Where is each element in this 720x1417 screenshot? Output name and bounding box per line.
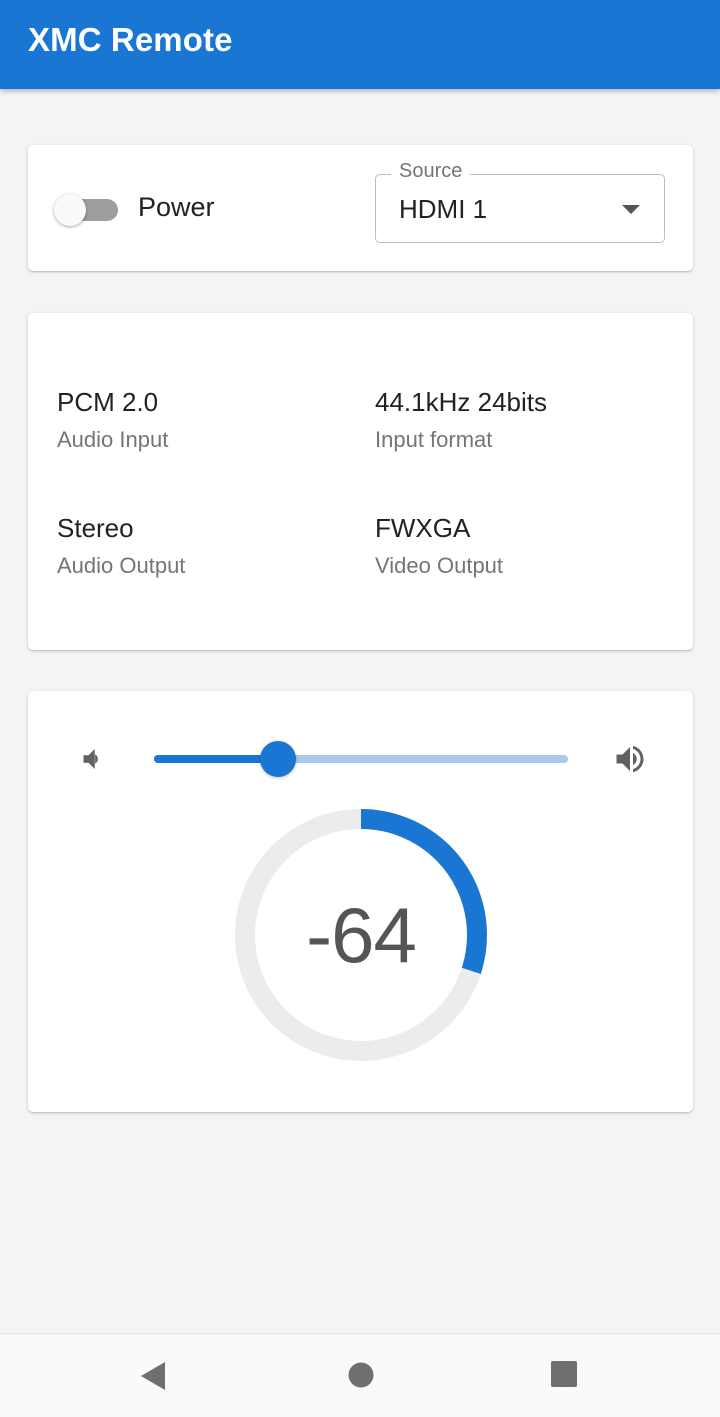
home-icon[interactable] bbox=[347, 1361, 375, 1389]
audio-input-value: PCM 2.0 bbox=[57, 387, 159, 417]
app-bar: XMC Remote bbox=[0, 0, 720, 89]
volume-down-icon[interactable] bbox=[76, 743, 106, 775]
audio-output-value: Stereo bbox=[57, 513, 134, 543]
recents-icon[interactable] bbox=[550, 1360, 578, 1388]
audio-output-label: Audio Output bbox=[57, 553, 186, 578]
app-title: XMC Remote bbox=[28, 21, 233, 58]
power-toggle-thumb[interactable] bbox=[54, 194, 86, 226]
volume-up-icon[interactable] bbox=[612, 741, 648, 777]
source-select-label: Source bbox=[391, 160, 471, 183]
dropdown-arrow-icon[interactable] bbox=[622, 205, 640, 214]
input-format-value: 44.1kHz 24bits bbox=[375, 387, 547, 417]
power-label: Power bbox=[138, 192, 215, 222]
info-card bbox=[28, 313, 693, 650]
video-output-label: Video Output bbox=[375, 553, 504, 578]
audio-input-label: Audio Input bbox=[57, 427, 169, 452]
volume-slider-thumb[interactable] bbox=[260, 741, 296, 777]
video-output-value: FWXGA bbox=[375, 513, 471, 543]
input-format-label: Input format bbox=[375, 427, 493, 452]
volume-value: -64 bbox=[306, 891, 417, 979]
volume-slider[interactable] bbox=[154, 740, 568, 778]
power-toggle[interactable] bbox=[54, 194, 118, 226]
source-select-value[interactable]: HDMI 1 bbox=[399, 194, 487, 225]
back-icon[interactable] bbox=[139, 1360, 167, 1392]
